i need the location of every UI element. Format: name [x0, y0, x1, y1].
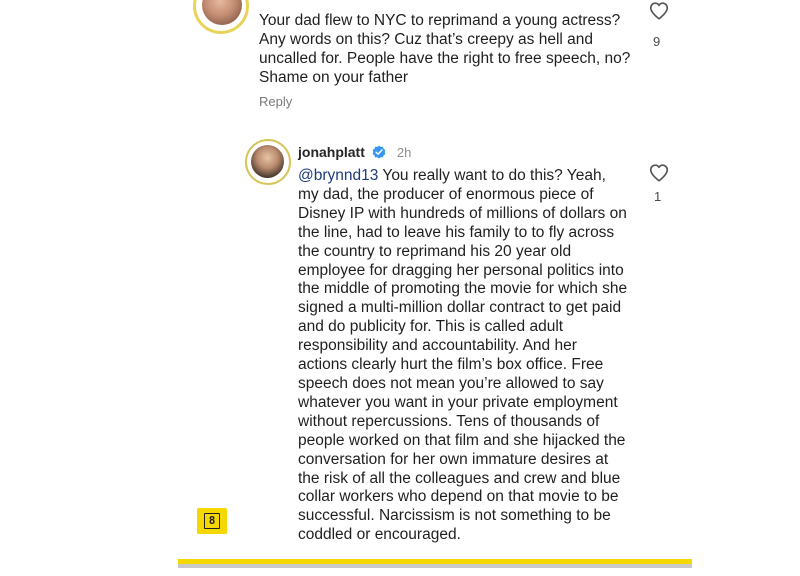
reply-avatar[interactable]: [245, 139, 291, 185]
comment-thread: Your dad flew to NYC to reprimand a youn…: [0, 0, 800, 576]
mention-link[interactable]: @brynnd13: [298, 167, 378, 184]
commenter-avatar-photo: [202, 0, 242, 25]
heart-outline-icon[interactable]: [648, 162, 670, 184]
heart-outline-icon[interactable]: [648, 0, 670, 22]
reply-text: @brynnd13 You really want to do this? Ye…: [298, 167, 630, 545]
commenter-avatar[interactable]: [193, 0, 249, 34]
reply-header: jonahplatt 2h: [298, 143, 411, 161]
comment-text: Your dad flew to NYC to reprimand a youn…: [259, 12, 631, 86]
like-count: 9: [653, 34, 661, 49]
reply-body: You really want to do this? Yeah, my dad…: [298, 167, 628, 544]
reply-button[interactable]: Reply: [259, 94, 292, 109]
reply-like-count: 1: [654, 189, 662, 204]
watermark-badge: 8: [197, 508, 227, 534]
watermark-label: 8: [204, 513, 220, 529]
verified-badge-icon: [372, 145, 386, 159]
reply-username[interactable]: jonahplatt: [298, 144, 365, 160]
bottom-divider: [178, 564, 692, 568]
reply-avatar-photo: [251, 145, 284, 178]
reply-timestamp: 2h: [396, 144, 412, 160]
